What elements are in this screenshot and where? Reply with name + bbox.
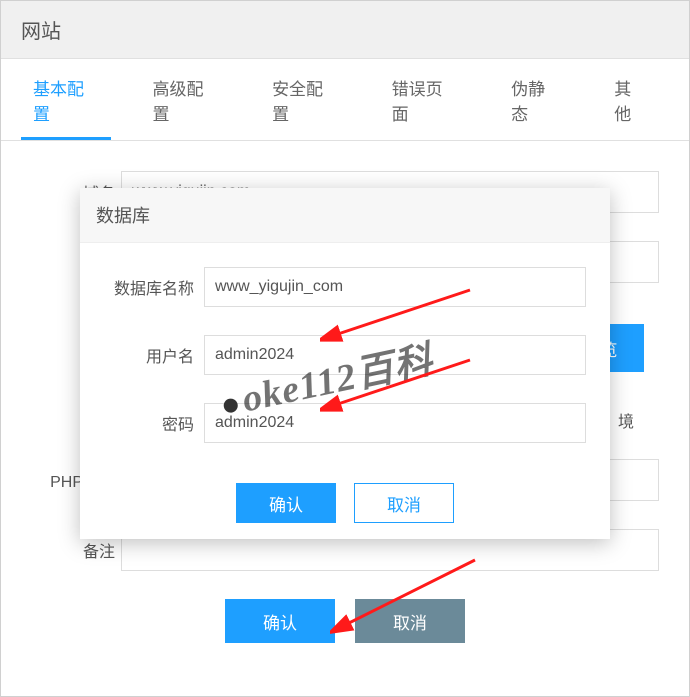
tabs: 基本配置 高级配置 安全配置 错误页面 伪静态 其他 bbox=[1, 59, 689, 141]
cancel-button[interactable]: 取消 bbox=[355, 599, 465, 643]
tab-rewrite[interactable]: 伪静态 bbox=[499, 59, 572, 140]
panel-title: 网站 bbox=[1, 1, 689, 59]
modal-title: 数据库 bbox=[80, 188, 610, 243]
database-modal: 数据库 数据库名称 用户名 密码 确认 取消 bbox=[80, 188, 610, 539]
tab-advanced[interactable]: 高级配置 bbox=[141, 59, 231, 140]
user-input[interactable] bbox=[204, 335, 586, 375]
pass-label: 密码 bbox=[104, 411, 204, 435]
user-label: 用户名 bbox=[104, 343, 204, 367]
dbname-input[interactable] bbox=[204, 267, 586, 307]
pass-input[interactable] bbox=[204, 403, 586, 443]
dbname-label: 数据库名称 bbox=[104, 275, 204, 299]
tab-other[interactable]: 其他 bbox=[602, 59, 659, 140]
modal-confirm-button[interactable]: 确认 bbox=[236, 483, 336, 523]
tab-error[interactable]: 错误页面 bbox=[380, 59, 470, 140]
tab-basic[interactable]: 基本配置 bbox=[21, 59, 111, 140]
tab-security[interactable]: 安全配置 bbox=[260, 59, 350, 140]
modal-cancel-button[interactable]: 取消 bbox=[354, 483, 454, 523]
env-text: 境 bbox=[618, 408, 634, 432]
note-label: 备注 bbox=[31, 538, 121, 562]
confirm-button[interactable]: 确认 bbox=[225, 599, 335, 643]
